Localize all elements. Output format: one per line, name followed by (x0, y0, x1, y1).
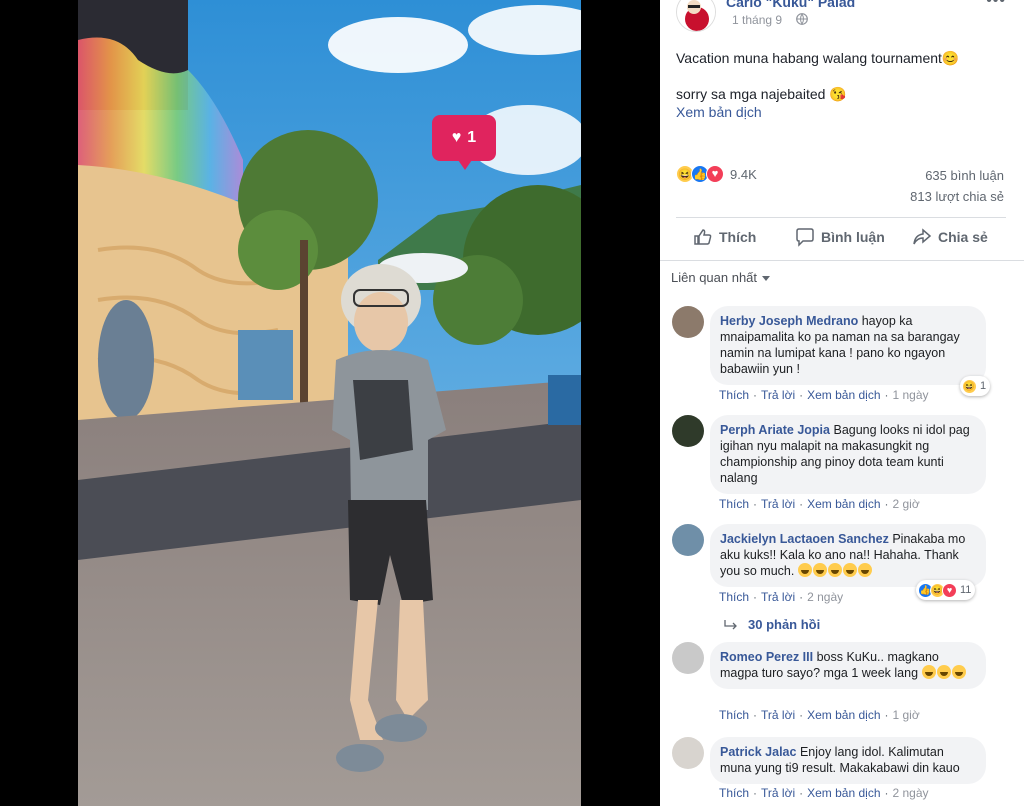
comment-author[interactable]: Perph Ariate Jopia (720, 423, 830, 437)
comment-bubble: Perph Ariate Jopia Bagung looks ni idol … (710, 415, 986, 494)
comment-sort-dropdown[interactable]: Liên quan nhất (671, 270, 771, 285)
reaction-count: 9.4K (730, 166, 757, 182)
comment-reaction-count: 11 (960, 584, 972, 596)
comment-author[interactable]: Patrick Jalac (720, 745, 796, 759)
reaction-summary[interactable]: 😆 👍 ♥ 9.4K (676, 165, 757, 183)
comment-author[interactable]: Herby Joseph Medrano (720, 314, 858, 328)
grinning-emoji-icon (921, 665, 936, 679)
comment-age[interactable]: 2 ngày (893, 786, 929, 800)
grinning-emoji-icon (951, 665, 966, 679)
comment-like-link[interactable]: Thích (719, 786, 749, 800)
more-options-icon[interactable]: ••• (986, 0, 1006, 10)
comment-translate-link[interactable]: Xem bản dịch (807, 388, 880, 402)
comment-actions: Thích · Trả lời · Xem bản dịch · 2 giờ (719, 497, 920, 511)
comment-reply-link[interactable]: Trả lời (761, 497, 795, 511)
share-button-label: Chia sẻ (938, 229, 988, 245)
post-text-line-2: sorry sa mga najebaited 😘 (676, 86, 847, 102)
comment-author[interactable]: Jackielyn Lactaoen Sanchez (720, 532, 889, 546)
page-avatar[interactable] (676, 0, 716, 32)
avatar[interactable] (672, 306, 704, 338)
comment-actions: Thích · Trả lời · 2 ngày (719, 590, 844, 604)
comment-bubble: Romeo Perez III boss KuKu.. magkano magp… (710, 642, 986, 689)
heart-icon: ♥ (451, 129, 462, 146)
comment-age[interactable]: 1 giờ (893, 708, 920, 722)
love-reaction-icon: ♥ (942, 582, 957, 598)
comment-reply-link[interactable]: Trả lời (761, 708, 795, 722)
like-notification-badge: ♥ 1 (432, 115, 496, 170)
comment-translate-link[interactable]: Xem bản dịch (807, 497, 880, 511)
avatar[interactable] (672, 524, 704, 556)
avatar[interactable] (672, 642, 704, 674)
grinning-emoji-icon (842, 563, 857, 577)
comment-button[interactable]: Bình luận (795, 227, 885, 247)
like-badge-count: 1 (467, 129, 477, 146)
comment-button-label: Bình luận (821, 229, 885, 245)
grinning-emoji-icon (797, 563, 812, 577)
avatar[interactable] (672, 737, 704, 769)
divider (676, 217, 1006, 218)
grinning-emoji-icon (857, 563, 872, 577)
comment-age[interactable]: 1 ngày (893, 388, 929, 402)
see-translation-link[interactable]: Xem bản dịch (676, 104, 762, 120)
comment-like-link[interactable]: Thích (719, 708, 749, 722)
comment-reactions[interactable]: 👍 😆 ♥ 11 (916, 580, 976, 600)
post-text-line-1: Vacation muna habang walang tournament😊 (676, 50, 960, 66)
viewer-left-backdrop (0, 0, 78, 806)
kfc-logo-icon (677, 0, 715, 31)
caret-down-icon (762, 276, 771, 282)
like-button[interactable]: Thích (693, 227, 756, 247)
replies-count: 30 phản hồi (748, 617, 821, 632)
share-button[interactable]: Chia sẻ (912, 227, 988, 247)
comment-reactions[interactable]: 😆 1 (960, 376, 991, 396)
comment-like-link[interactable]: Thích (719, 497, 749, 511)
comment-bubble: Jackielyn Lactaoen Sanchez Pinakaba mo a… (710, 524, 986, 587)
comment-age[interactable]: 2 giờ (893, 497, 920, 511)
love-reaction-icon: ♥ (706, 165, 724, 183)
grinning-emoji-icon (812, 563, 827, 577)
comment-actions: Thích · Trả lời · Xem bản dịch · 1 giờ (719, 708, 920, 722)
comment-actions: Thích · Trả lời · Xem bản dịch · 2 ngày (719, 786, 929, 800)
comment-reaction-count: 1 (980, 380, 987, 392)
post-timestamp[interactable]: 1 tháng 9 (732, 13, 782, 27)
grinning-emoji-icon (936, 665, 951, 679)
comment-translate-link[interactable]: Xem bản dịch (807, 786, 880, 800)
comment-actions: Thích · Trả lời · Xem bản dịch · 1 ngày (719, 388, 929, 402)
comment-icon (796, 228, 814, 247)
comment-like-link[interactable]: Thích (719, 388, 749, 402)
photo-scene (78, 0, 581, 806)
comment-author[interactable]: Romeo Perez III (720, 650, 813, 664)
reply-arrow-icon (724, 619, 737, 629)
comment-like-link[interactable]: Thích (719, 590, 749, 604)
thumbs-up-icon (694, 229, 712, 245)
globe-icon (796, 13, 808, 25)
sort-label: Liên quan nhất (671, 270, 758, 285)
shares-count[interactable]: 813 lượt chia sẻ (910, 189, 1004, 204)
divider (660, 260, 1024, 261)
comment-bubble: Patrick Jalac Enjoy lang idol. Kalimutan… (710, 737, 986, 784)
like-button-label: Thích (719, 229, 757, 245)
crying-laughing-emoji-icon (827, 563, 842, 577)
comments-count[interactable]: 635 bình luận (925, 168, 1004, 183)
view-replies-link[interactable]: 30 phản hồi (724, 617, 820, 632)
haha-reaction-icon: 😆 (962, 378, 977, 394)
comment-reply-link[interactable]: Trả lời (761, 786, 795, 800)
comment-age[interactable]: 2 ngày (807, 590, 843, 604)
post-photo[interactable]: ♥ 1 (78, 0, 581, 806)
share-arrow-icon (913, 228, 932, 245)
post-panel: Carlo "Kuku" Palad 1 tháng 9 ••• Vacatio… (660, 0, 1024, 806)
viewer-right-backdrop (581, 0, 660, 806)
page-name[interactable]: Carlo "Kuku" Palad (726, 0, 855, 10)
comment-translate-link[interactable]: Xem bản dịch (807, 708, 880, 722)
comment-reply-link[interactable]: Trả lời (761, 590, 795, 604)
comment-reply-link[interactable]: Trả lời (761, 388, 795, 402)
avatar[interactable] (672, 415, 704, 447)
comment-bubble: Herby Joseph Medrano hayop ka mnaipamali… (710, 306, 986, 385)
